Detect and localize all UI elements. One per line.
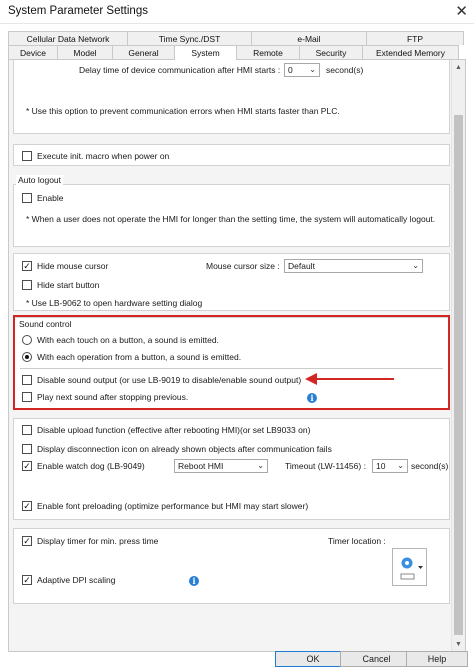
disable-upload-checkbox[interactable] <box>22 425 32 435</box>
auto-logout-group: Enable * When a user does not operate th… <box>13 184 450 247</box>
tab-remote[interactable]: Remote <box>236 45 300 59</box>
comm-delay-group: Delay time of device communication after… <box>13 60 450 134</box>
hide-start-label: Hide start button <box>37 280 100 290</box>
timer-location-label: Timer location : <box>328 536 386 546</box>
tab-model[interactable]: Model <box>57 45 113 59</box>
auto-logout-enable-checkbox[interactable] <box>22 193 32 203</box>
scroll-thumb[interactable] <box>454 115 463 635</box>
info-icon[interactable]: i <box>189 576 199 586</box>
window-title: System Parameter Settings <box>8 5 148 17</box>
cursor-size-value: Default <box>288 261 315 271</box>
cursor-size-select[interactable]: Default ⌄ <box>284 259 423 273</box>
highlight-box <box>13 315 450 410</box>
hide-mouse-label: Hide mouse cursor <box>37 261 109 271</box>
help-button[interactable]: Help <box>406 651 468 667</box>
font-preload-label: Enable font preloading (optimize perform… <box>37 501 309 511</box>
title-bar: System Parameter Settings ✕ <box>0 0 474 24</box>
timer-group: ✓ Display timer for min. press time Time… <box>13 528 450 604</box>
chevron-down-icon: ⌄ <box>257 461 264 470</box>
chevron-down-icon: ⌄ <box>397 461 404 470</box>
watchdog-checkbox[interactable]: ✓ <box>22 461 32 471</box>
hide-mouse-checkbox[interactable]: ✓ <box>22 261 32 271</box>
font-preload-checkbox[interactable]: ✓ <box>22 501 32 511</box>
auto-logout-enable-label: Enable <box>37 193 64 203</box>
arrow-line <box>315 378 394 380</box>
display-disconnect-checkbox[interactable] <box>22 444 32 454</box>
tab-time-sync-dst[interactable]: Time Sync./DST <box>127 31 252 45</box>
timeout-unit: second(s) <box>411 461 449 471</box>
tab-row-2: Device Model General System Remote Secur… <box>8 45 459 60</box>
comm-delay-label: Delay time of device communication after… <box>79 65 281 75</box>
chevron-down-icon: ⌄ <box>309 65 316 74</box>
init-macro-checkbox[interactable] <box>22 151 32 161</box>
comm-delay-select[interactable]: 0 ⌄ <box>284 63 320 77</box>
tab-extended-memory[interactable]: Extended Memory <box>362 45 459 59</box>
tab-system[interactable]: System <box>174 45 237 60</box>
scroll-up-icon[interactable]: ▲ <box>452 60 465 74</box>
tab-ftp[interactable]: FTP <box>366 31 464 45</box>
adaptive-dpi-label: Adaptive DPI scaling <box>37 575 116 585</box>
init-macro-label: Execute init. macro when power on <box>37 151 170 161</box>
timer-location-picker[interactable] <box>392 548 427 586</box>
auto-logout-title: Auto logout <box>16 175 64 185</box>
tab-security[interactable]: Security <box>299 45 363 59</box>
tab-row-1: Cellular Data Network Time Sync./DST e-M… <box>8 31 464 45</box>
timeout-label: Timeout (LW-11456) : <box>285 461 366 471</box>
hide-start-checkbox[interactable] <box>22 280 32 290</box>
scroll-down-icon[interactable]: ▼ <box>452 637 465 651</box>
auto-logout-note: * When a user does not operate the HMI f… <box>26 214 436 224</box>
display-disconnect-label: Display disconnection icon on already sh… <box>37 444 332 454</box>
tab-general[interactable]: General <box>112 45 175 59</box>
timeout-value: 10 <box>376 461 386 471</box>
comm-delay-unit: second(s) <box>326 65 364 75</box>
init-macro-group: Execute init. macro when power on <box>13 144 450 166</box>
timer-location-icon <box>400 557 423 580</box>
display-timer-checkbox[interactable]: ✓ <box>22 536 32 546</box>
comm-delay-value: 0 <box>288 65 293 75</box>
disable-upload-label: Disable upload function (effective after… <box>37 425 311 435</box>
vertical-scrollbar[interactable]: ▲ ▼ <box>451 60 465 651</box>
timeout-select[interactable]: 10 ⌄ <box>372 459 408 473</box>
tab-email[interactable]: e-Mail <box>251 31 367 45</box>
tab-cellular-data-network[interactable]: Cellular Data Network <box>8 31 128 45</box>
cancel-button[interactable]: Cancel <box>340 651 413 667</box>
misc-group: Disable upload function (effective after… <box>13 418 450 520</box>
watchdog-label: Enable watch dog (LB-9049) <box>37 461 145 471</box>
chevron-down-icon: ⌄ <box>412 261 419 270</box>
comm-delay-note: * Use this option to prevent communicati… <box>26 106 340 116</box>
settings-panel: Delay time of device communication after… <box>8 59 466 652</box>
close-icon[interactable]: ✕ <box>455 2 468 20</box>
adaptive-dpi-checkbox[interactable]: ✓ <box>22 575 32 585</box>
cursor-group: ✓ Hide mouse cursor Mouse cursor size : … <box>13 253 450 311</box>
watchdog-action-value: Reboot HMI <box>178 461 224 471</box>
watchdog-action-select[interactable]: Reboot HMI ⌄ <box>174 459 268 473</box>
cursor-size-label: Mouse cursor size : <box>206 261 280 271</box>
display-timer-label: Display timer for min. press time <box>37 536 159 546</box>
tab-device[interactable]: Device <box>8 45 58 59</box>
cursor-note: * Use LB-9062 to open hardware setting d… <box>26 298 203 308</box>
